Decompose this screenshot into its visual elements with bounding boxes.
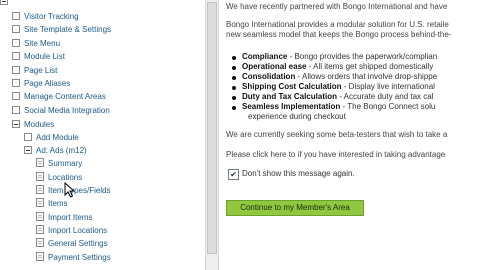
page-icon [36,158,44,168]
tree-node-icon [12,24,20,33]
admin-sidebar-tree: Visitor Tracking Site Template & Setting… [0,0,205,270]
sidebar-item-import-items[interactable]: Import Items [36,211,92,224]
sidebar-item-items[interactable]: Items [36,197,68,210]
page-icon [36,212,44,222]
sidebar-item-modules[interactable]: Modules [12,118,54,131]
scrollbar-thumb[interactable] [207,2,217,254]
sidebar-item-add-module[interactable]: Add Module [24,131,79,144]
tree-node-icon [12,11,20,20]
bongo-message-panel: We have recently partnered with Bongo In… [218,0,480,270]
feature-list: Compliance - Bongo provides the paperwor… [230,52,437,122]
sidebar-item-social-media[interactable]: Social Media Integration [12,104,110,117]
bongo-description-line-2: new seamless model that keeps the Bongo … [226,30,452,39]
page-icon [36,238,44,248]
feature-seamless: Seamless Implementation - The Bongo Conn… [230,102,437,112]
sidebar-item-payment-settings[interactable]: Payment Settings [36,251,111,264]
collapse-box-icon[interactable] [12,119,20,128]
page-icon [36,252,44,262]
feature-duty-tax: Duty and Tax Calculation - Accurate duty… [230,92,437,102]
sidebar-item-import-locations[interactable]: Import Locations [36,224,107,237]
tree-node-icon [12,65,20,74]
feature-consolidation: Consolidation - Allows orders that invol… [230,72,437,82]
sidebar-item-visitor-tracking[interactable]: Visitor Tracking [12,10,79,23]
tree-node-icon [24,132,32,141]
sidebar-item-site-menu[interactable]: Site Menu [12,37,60,50]
bongo-description-line-1: Bongo International provides a modular s… [226,20,449,29]
sidebar-item-ads-module[interactable]: Ad: Ads (m12) [24,144,87,157]
sidebar-item-page-list[interactable]: Page List [12,64,57,77]
sidebar-item-module-list[interactable]: Module List [12,50,65,63]
sidebar-item-summary[interactable]: Summary [36,157,82,170]
sidebar-item-cut-off [0,0,12,8]
click-here-text[interactable]: Please click here to if you have interes… [226,150,445,160]
sidebar-item-content-areas[interactable]: Manage Content Areas [12,90,106,103]
tree-node-icon [12,38,20,47]
tree-node-icon [12,105,20,114]
feature-operational-ease: Operational ease - All items get shipped… [230,62,437,72]
collapse-box-icon[interactable] [0,0,8,5]
sidebar-item-page-aliases[interactable]: Page Aliases [12,77,70,90]
mouse-pointer-icon [64,182,76,198]
tree-node-icon [12,91,20,100]
vertical-scrollbar[interactable] [205,0,219,270]
sidebar-item-general-settings[interactable]: General Settings [36,237,108,250]
feature-shipping-cost: Shipping Cost Calculation - Display live… [230,82,437,92]
feature-compliance: Compliance - Bongo provides the paperwor… [230,52,437,62]
continue-button[interactable]: Continue to my Member's Area [226,200,364,216]
page-icon [36,172,44,182]
dont-show-label: Don't show this message again. [242,169,355,178]
dont-show-checkbox[interactable]: ✔ [228,169,239,180]
feature-continuation: experience during checkout [248,112,346,121]
tree-node-icon [12,78,20,87]
page-icon [36,185,44,195]
tree-node-icon [12,51,20,60]
sidebar-item-site-template[interactable]: Site Template & Settings [12,23,111,36]
intro-text: We have recently partnered with Bongo In… [226,2,448,11]
page-icon [36,198,44,208]
page-icon [36,225,44,235]
beta-testers-text: We are currently seeking some beta-teste… [226,130,448,139]
collapse-box-icon[interactable] [24,145,32,154]
